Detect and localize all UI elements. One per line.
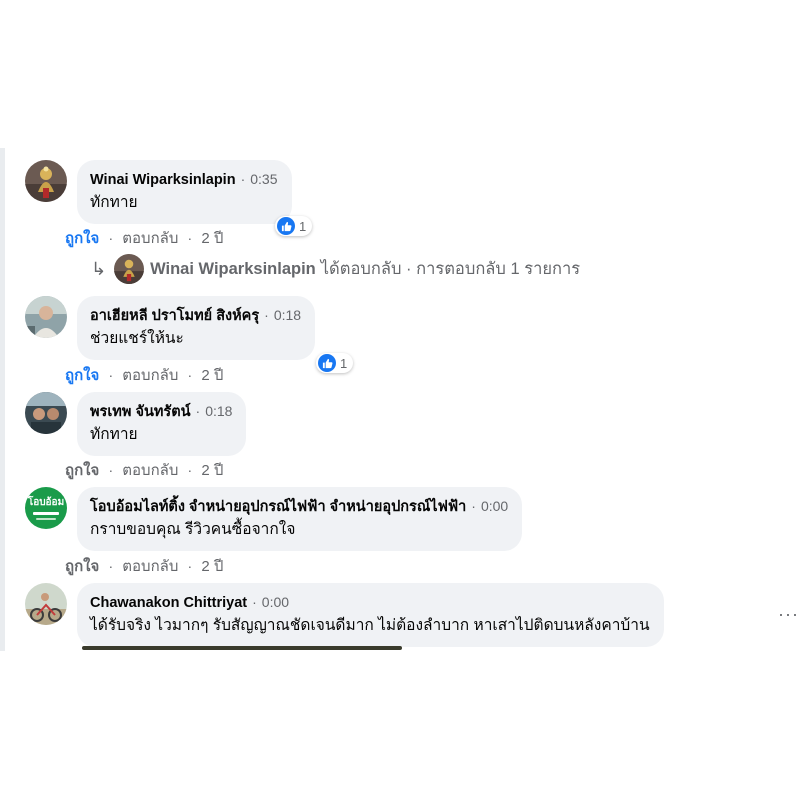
comment-author[interactable]: โอบอ้อมไลท์ติ้ง จำหน่ายอุปกรณ์ไฟฟ้า จำหน… [90,499,466,515]
reply-button[interactable]: ตอบกลับ [122,230,178,247]
comment-author[interactable]: อาเฮียหลี ปราโมทย์ สิงห์ครุ [90,308,259,324]
logo-stripe [33,511,59,515]
video-timestamp[interactable]: 0:18 [274,307,301,323]
reply-button[interactable]: ตอบกลับ [122,367,178,384]
like-button[interactable]: ถูกใจ [65,230,99,247]
avatar [114,254,145,284]
avatar[interactable] [25,296,67,338]
comment-bubble: พรเทพ จันทรัตน์ · 0:18 ทักทาย [77,392,247,456]
reply-count-text: ได้ตอบกลับ · การตอบกลับ 1 รายการ [320,260,581,278]
comment-text: ช่วยแชร์ให้นะ [90,330,184,347]
reply-arrow-icon: ↳ [91,258,107,279]
view-replies-link[interactable]: ↳ Winai Wiparksinlapin ได้ตอบกลับ · การต… [91,254,581,284]
like-button[interactable]: ถูกใจ [65,367,99,384]
video-timestamp[interactable]: 0:00 [262,594,289,610]
comment-bubble: Chawanakon Chittriyat · 0:00 ได้รับจริง ไว… [77,583,664,647]
comment-age[interactable]: 2 ปี [201,367,223,384]
comment-text: ได้รับจริง ไวมากๆ รับสัญญาณชัดเจนดีมาก ไ… [90,617,650,634]
comment-author[interactable]: Winai Wiparksinlapin [90,172,236,188]
comment-age[interactable]: 2 ปี [201,558,223,575]
video-timestamp[interactable]: 0:18 [205,403,232,419]
comment-text: กราบขอบคุณ รีวิวคนซื้อจากใจ [90,521,296,538]
comment-actions: ถูกใจ · ตอบกลับ · 2 ปี [65,230,224,247]
comment-bubble: โอบอ้อมไลท์ติ้ง จำหน่ายอุปกรณ์ไฟฟ้า จำหน… [77,487,523,551]
reply-button[interactable]: ตอบกลับ [122,462,178,479]
reaction-count[interactable]: 1 [275,216,313,236]
comment-actions: ถูกใจ · ตอบกลับ · 2 ปี [65,462,224,479]
logo-stripe [36,517,56,520]
video-timestamp[interactable]: 0:35 [250,171,277,187]
next-item-edge [82,646,402,650]
comment-actions: ถูกใจ · ตอบกลับ · 2 ปี [65,367,224,384]
comment-bubble: อาเฮียหลี ปราโมทย์ สิงห์ครุ · 0:18 ช่วยแชร… [77,296,316,360]
more-options-icon[interactable]: ··· [778,604,799,625]
avatar[interactable] [25,160,67,202]
comment-age[interactable]: 2 ปี [201,230,223,247]
comment-actions: ถูกใจ · ตอบกลับ · 2 ปี [65,558,224,575]
avatar[interactable] [25,583,67,625]
left-thread-rule [0,148,5,651]
comment-author[interactable]: พรเทพ จันทรัตน์ [90,404,191,420]
like-button[interactable]: ถูกใจ [65,462,99,479]
comment-text: ทักทาย [90,426,138,443]
comment-age[interactable]: 2 ปี [201,462,223,479]
like-button[interactable]: ถูกใจ [65,558,99,575]
comment-bubble: Winai Wiparksinlapin · 0:35 ทักทาย [77,160,292,224]
video-timestamp[interactable]: 0:00 [481,498,508,514]
reply-author: Winai Wiparksinlapin [150,259,316,278]
thumbs-up-icon [277,217,295,235]
reply-button[interactable]: ตอบกลับ [122,558,178,575]
avatar[interactable] [25,392,67,434]
reaction-count[interactable]: 1 [316,353,354,373]
obom-logo-avatar[interactable]: โอบอ้อม [25,487,67,529]
comment-author[interactable]: Chawanakon Chittriyat [90,595,247,611]
comment-text: ทักทาย [90,194,138,211]
thumbs-up-icon [318,354,336,372]
